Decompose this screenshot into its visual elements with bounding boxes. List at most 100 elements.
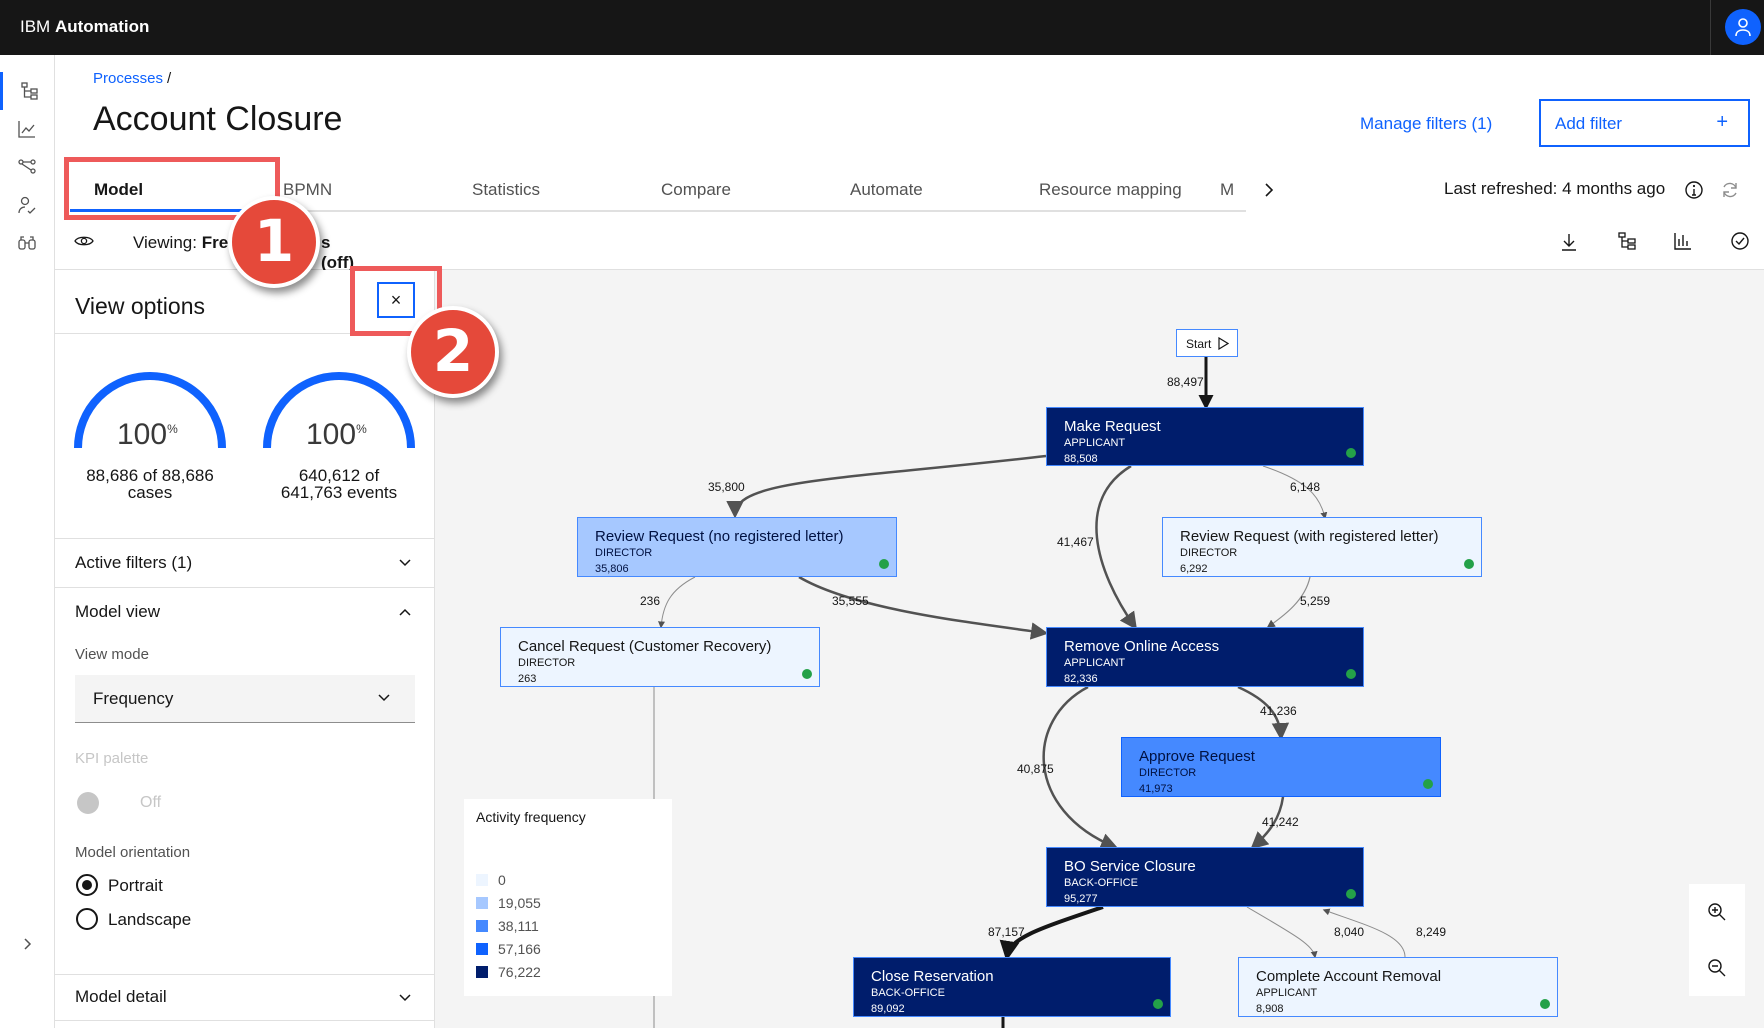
- callout-1: 1: [228, 196, 320, 288]
- active-filters-accordion[interactable]: Active filters (1): [75, 553, 192, 573]
- rail-item-users[interactable]: [0, 186, 55, 224]
- edge-label: 8,249: [1416, 925, 1447, 939]
- tree-view-icon[interactable]: [1617, 231, 1637, 251]
- edge-bo-complete: [1246, 906, 1318, 959]
- caption-line: 88,686 of 88,686: [86, 466, 214, 485]
- node-role: DIRECTOR: [1139, 767, 1197, 779]
- zoom-in-icon[interactable]: [1707, 902, 1727, 922]
- chevron-up-icon[interactable]: [398, 607, 412, 617]
- view-mode-label: View mode: [75, 646, 149, 663]
- zoom-out-icon[interactable]: [1707, 958, 1727, 978]
- chevron-down-icon[interactable]: [398, 558, 412, 568]
- process-model-icon: [21, 82, 38, 100]
- brand-name: Automation: [54, 17, 150, 36]
- rail-item-analytics[interactable]: [0, 110, 55, 148]
- start-label: Start: [1186, 337, 1212, 351]
- flow-icon: [18, 159, 36, 174]
- brand[interactable]: IBM Automation: [20, 17, 149, 37]
- model-detail-accordion[interactable]: Model detail: [75, 987, 167, 1007]
- tab-statistics[interactable]: Statistics: [448, 162, 637, 212]
- legend-swatch: [476, 874, 488, 886]
- tab-label: M: [1220, 180, 1235, 199]
- info-icon[interactable]: [1684, 180, 1704, 200]
- add-filter-button[interactable]: Add filter +: [1539, 99, 1750, 147]
- caption-line: cases: [127, 483, 173, 502]
- rail-item-process-model[interactable]: [0, 72, 55, 110]
- status-dot: [879, 559, 889, 569]
- edge-label: 40,875: [1017, 762, 1054, 776]
- node-count: 8,908: [1256, 1003, 1284, 1015]
- edge-label: 6,148: [1290, 480, 1321, 494]
- status-dot: [1153, 999, 1163, 1009]
- landscape-radio-label[interactable]: Landscape: [108, 910, 191, 930]
- portrait-radio-label[interactable]: Portrait: [108, 876, 163, 896]
- tab-automate[interactable]: Automate: [826, 162, 1015, 212]
- tab-more[interactable]: M: [1204, 162, 1246, 212]
- activity-node[interactable]: Review Request (with registered letter) D…: [1162, 517, 1482, 577]
- edge-make-request-review-no: [726, 454, 1047, 519]
- events-gauge-caption: 640,612 of 641,763 events: [259, 467, 419, 501]
- chevron-down-icon[interactable]: [398, 993, 412, 1003]
- rail-item-flow[interactable]: [0, 148, 55, 186]
- activity-node[interactable]: Complete Account Removal APPLICANT 8,908: [1238, 957, 1558, 1017]
- legend-title: Activity frequency: [476, 809, 586, 825]
- legend-label: 38,111: [498, 918, 539, 934]
- header-divider: [1710, 0, 1711, 55]
- node-name: Approve Request: [1139, 748, 1255, 765]
- activity-node[interactable]: Review Request (no registered letter) DIR…: [577, 517, 897, 577]
- refresh-icon[interactable]: [1720, 180, 1740, 200]
- user-icon: [1735, 18, 1751, 37]
- download-icon[interactable]: [1560, 232, 1578, 252]
- manage-filters-link[interactable]: Manage filters (1): [1360, 114, 1492, 134]
- node-count: 88,508: [1064, 453, 1098, 465]
- activity-node[interactable]: Cancel Request (Customer Recovery) DIRECT…: [500, 627, 820, 687]
- breadcrumb-separator: /: [167, 70, 172, 87]
- gauge-unit: %: [356, 422, 367, 436]
- node-count: 263: [518, 673, 537, 685]
- legend-label: 57,166: [498, 941, 541, 957]
- chart-bar-icon[interactable]: [1673, 231, 1693, 251]
- edge-remove-bo: [1042, 685, 1119, 850]
- breadcrumb-processes-link[interactable]: Processes: [93, 70, 163, 87]
- status-dot: [1423, 779, 1433, 789]
- activity-node[interactable]: Remove Online Access APPLICANT 82,336: [1046, 627, 1364, 687]
- zoom-controls: [1689, 884, 1745, 996]
- node-role: DIRECTOR: [1180, 547, 1238, 559]
- gauge-number: 100: [117, 418, 168, 451]
- activity-node[interactable]: Close Reservation BACK-OFFICE 89,092: [853, 957, 1171, 1017]
- model-view-accordion[interactable]: Model view: [75, 602, 160, 622]
- rail-item-explore[interactable]: [0, 224, 55, 262]
- viewing-label: Viewing:: [133, 233, 197, 252]
- edge-label: 236: [640, 594, 661, 608]
- legend-label: 76,222: [498, 964, 541, 980]
- tab-label: Automate: [850, 180, 923, 199]
- user-avatar-button[interactable]: [1725, 9, 1761, 45]
- chevron-right-icon[interactable]: [18, 935, 36, 953]
- tab-compare[interactable]: Compare: [637, 162, 826, 212]
- checkmark-circle-icon[interactable]: [1730, 231, 1750, 251]
- node-role: DIRECTOR: [595, 547, 653, 559]
- landscape-radio[interactable]: [76, 908, 98, 930]
- activity-node[interactable]: BO Service Closure BACK-OFFICE 95,277: [1046, 847, 1364, 907]
- node-name: Complete Account Removal: [1256, 968, 1442, 985]
- kpi-palette-label: KPI palette: [75, 750, 149, 767]
- view-mode-select[interactable]: Frequency: [75, 675, 415, 723]
- portrait-radio[interactable]: [76, 874, 98, 896]
- tab-resource-mapping[interactable]: Resource mapping: [1015, 162, 1204, 212]
- activity-node[interactable]: Approve Request DIRECTOR 41,973: [1121, 737, 1441, 797]
- breadcrumb: Processes /: [93, 70, 171, 87]
- tab-label: BPMN: [283, 180, 333, 199]
- kpi-palette-toggle[interactable]: [77, 792, 99, 814]
- status-dot: [1346, 889, 1356, 899]
- chevron-right-icon[interactable]: [1262, 181, 1276, 199]
- view-icon[interactable]: [74, 234, 94, 248]
- caption-line: 640,612 of: [298, 466, 380, 485]
- play-icon: [1218, 337, 1229, 350]
- activity-node[interactable]: Make Request APPLICANT 88,508: [1046, 407, 1364, 466]
- gauge-unit: %: [167, 422, 178, 436]
- last-refreshed-value: 4 months ago: [1562, 179, 1666, 198]
- start-node[interactable]: Start: [1176, 329, 1238, 357]
- binoculars-icon: [18, 236, 36, 250]
- node-role: APPLICANT: [1064, 657, 1126, 669]
- edge-label: 8,040: [1334, 925, 1365, 939]
